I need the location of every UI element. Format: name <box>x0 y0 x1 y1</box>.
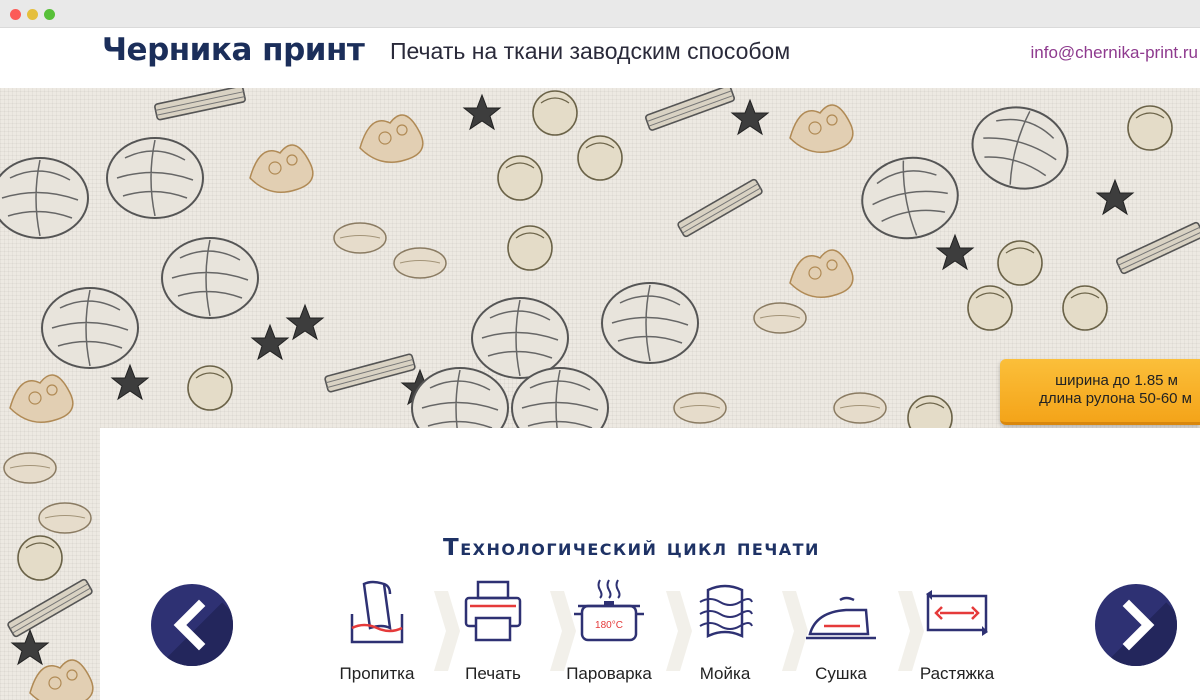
step-label: Печать <box>465 664 521 683</box>
step-washing[interactable]: Мойка <box>670 576 780 696</box>
step-soaking[interactable]: Пропитка <box>322 576 432 696</box>
maximize-window-icon[interactable] <box>44 9 55 20</box>
process-title: Технологический цикл печати <box>443 535 820 561</box>
step-printing[interactable]: Печать <box>438 576 548 696</box>
browser-titlebar <box>0 0 1200 28</box>
email-link[interactable]: info@chernika-print.ru <box>1031 43 1199 63</box>
step-drying[interactable]: Сушка <box>786 576 896 696</box>
close-window-icon[interactable] <box>10 9 21 20</box>
site-logo[interactable]: Черника принт <box>102 32 365 68</box>
step-label: Пароварка <box>566 664 652 683</box>
badge-length-text: длина рулона 50-60 м <box>1039 390 1192 407</box>
fabric-soaking-icon <box>350 580 404 644</box>
site-header: Черника принт Печать на ткани заводским … <box>0 28 1200 88</box>
chevron-right-icon <box>1122 599 1155 651</box>
step-label: Сушка <box>815 664 867 683</box>
steamer-temperature-text: 180°C <box>595 620 623 631</box>
steamer-pot-icon: 180°C <box>574 579 644 642</box>
iron-icon <box>806 596 876 640</box>
printer-icon <box>464 580 522 642</box>
badge-width-text: ширина до 1.85 м <box>1055 372 1178 389</box>
stretch-icon <box>926 590 988 636</box>
step-label: Мойка <box>699 664 751 683</box>
step-label: Пропитка <box>339 664 415 683</box>
chevron-left-icon <box>173 599 206 651</box>
site-tagline: Печать на ткани заводским способом <box>390 38 791 64</box>
prev-slide-button[interactable] <box>151 584 233 666</box>
minimize-window-icon[interactable] <box>27 9 38 20</box>
step-steaming[interactable]: 180°C Пароварка <box>554 576 664 696</box>
step-label: Растяжка <box>919 664 995 683</box>
next-slide-button[interactable] <box>1095 584 1177 666</box>
washing-icon <box>699 584 753 638</box>
roll-size-badge: ширина до 1.85 м длина рулона 50-60 м <box>1000 359 1200 425</box>
step-stretching[interactable]: Растяжка <box>902 576 1012 696</box>
